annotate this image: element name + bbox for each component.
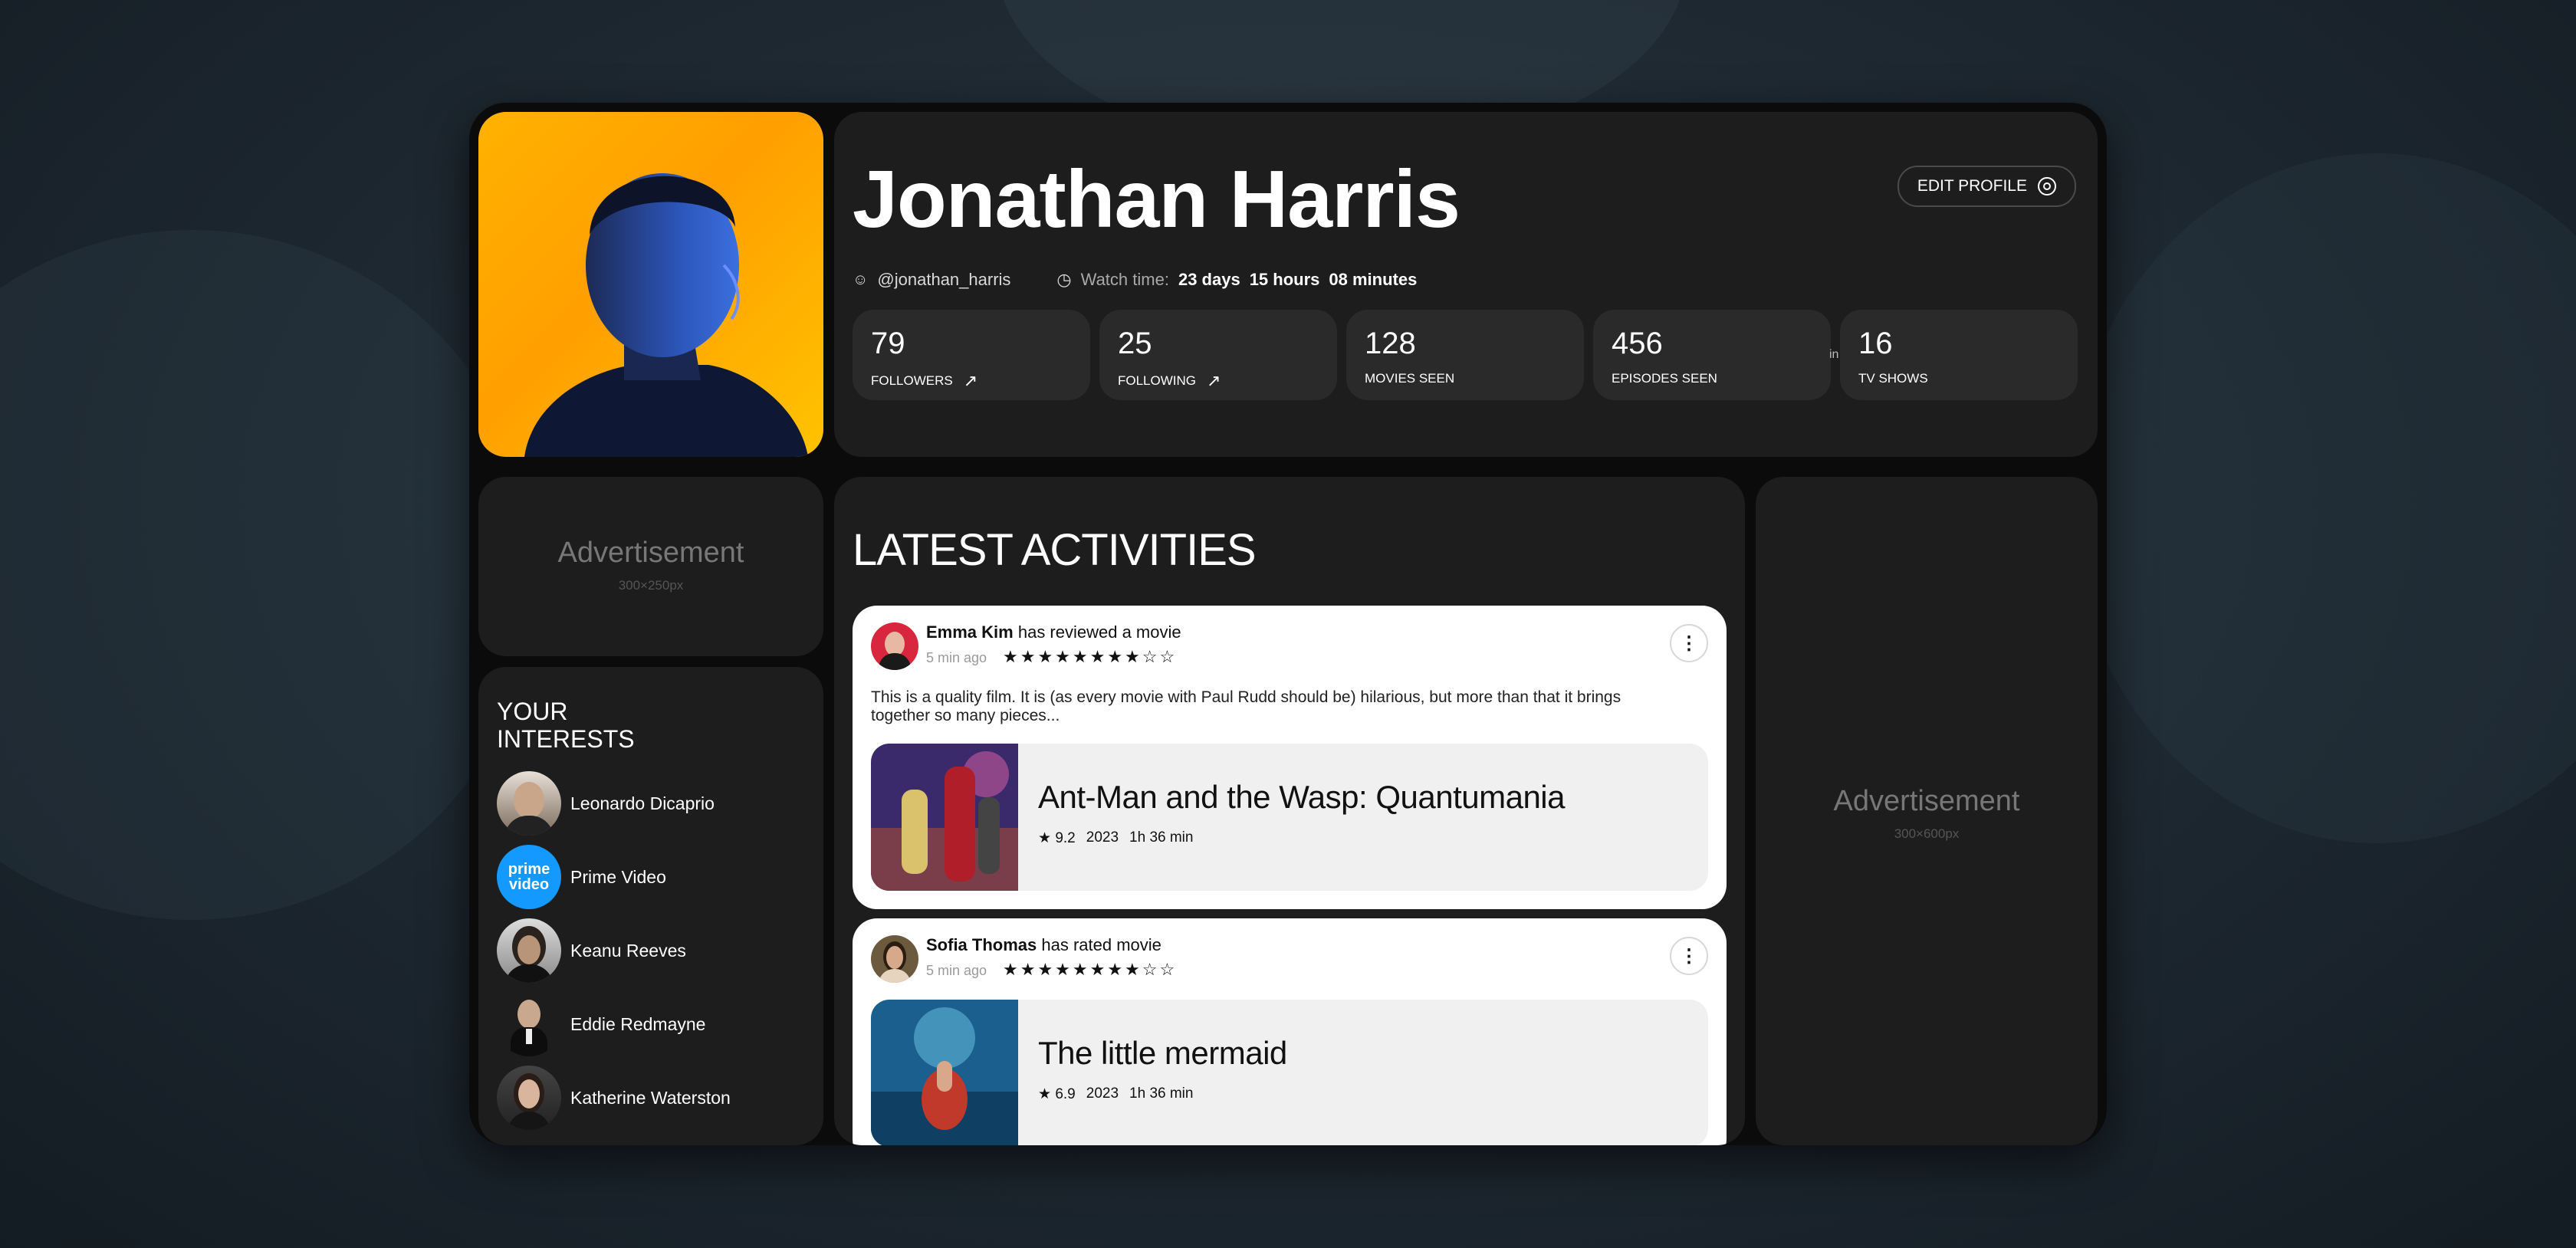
stat-label: TV SHOWS xyxy=(1858,371,1928,386)
activity-time: 5 min ago xyxy=(926,963,987,978)
ad-size: 300×250px xyxy=(618,578,684,593)
prime-video-logo: prime video xyxy=(497,845,561,909)
movie-meta: ★ 9.2 2023 1h 36 min xyxy=(1038,829,1193,847)
star-icon: ★ xyxy=(1038,1086,1052,1102)
stat-value: 456 xyxy=(1612,327,1663,360)
movie-year: 2023 xyxy=(1086,1085,1119,1102)
profile-name: Jonathan Harris xyxy=(853,154,1460,245)
interest-avatar xyxy=(497,1066,561,1130)
profile-frame: Jonathan Harris EDIT PROFILE ☺ @jonathan… xyxy=(469,103,2107,1145)
arrow-up-right-icon: ↗ xyxy=(963,371,978,390)
arrow-up-right-icon: ↗ xyxy=(1207,371,1221,390)
more-options-button[interactable]: ⋮ xyxy=(1670,937,1708,975)
movie-card[interactable]: The little mermaid ★ 6.9 2023 1h 36 min xyxy=(871,1000,1708,1145)
user-icon: ☺ xyxy=(853,271,869,288)
more-vertical-icon: ⋮ xyxy=(1680,945,1698,967)
ad-title: Advertisement xyxy=(557,537,744,569)
activity-card[interactable]: Emma Kim has reviewed a movie 5 min ago … xyxy=(853,606,1727,909)
interest-item[interactable]: Keanu Reeves xyxy=(497,918,731,983)
interest-item[interactable]: Eddie Redmayne xyxy=(497,992,731,1056)
edit-profile-button[interactable]: EDIT PROFILE xyxy=(1897,166,2076,207)
stat-label: MOVIES SEEN xyxy=(1365,371,1455,386)
interest-item[interactable]: prime video Prime Video xyxy=(497,845,731,909)
interest-name: Eddie Redmayne xyxy=(570,1013,706,1034)
background-shape xyxy=(2070,153,2576,843)
stat-episodes-seen: 456 EPISODES SEEN xyxy=(1593,310,1831,400)
interest-name: Leonardo Dicaprio xyxy=(570,793,715,813)
stat-value: 25 xyxy=(1118,327,1152,360)
activity-headline: Emma Kim has reviewed a movie xyxy=(926,622,1181,642)
movie-poster xyxy=(871,744,1018,891)
profile-avatar xyxy=(478,112,823,457)
watch-time-minutes: 08 minutes xyxy=(1329,270,1418,289)
activity-time: 5 min ago xyxy=(926,650,987,665)
activity-user[interactable]: Sofia Thomas xyxy=(926,935,1037,954)
stats-separator: in xyxy=(1829,348,1839,361)
activity-card[interactable]: Sofia Thomas has rated movie 5 min ago ★… xyxy=(853,918,1727,1145)
movie-rating: 6.9 xyxy=(1055,1086,1076,1102)
more-vertical-icon: ⋮ xyxy=(1680,632,1698,654)
movie-duration: 1h 36 min xyxy=(1129,1085,1194,1102)
watch-time-days: 23 days xyxy=(1178,270,1240,289)
stat-followers[interactable]: 79 FOLLOWERS ↗ xyxy=(853,310,1090,400)
edit-profile-label: EDIT PROFILE xyxy=(1917,177,2027,195)
stat-label: FOLLOWING xyxy=(1118,373,1197,388)
stat-value: 79 xyxy=(871,327,905,360)
profile-meta: ☺ @jonathan_harris ◷ Watch time: 23 days… xyxy=(853,270,1417,290)
clock-icon: ◷ xyxy=(1056,270,1072,289)
activity-user[interactable]: Emma Kim xyxy=(926,622,1014,642)
stat-movies-seen: 128 MOVIES SEEN xyxy=(1346,310,1584,400)
activity-headline: Sofia Thomas has rated movie xyxy=(926,935,1162,955)
stat-following[interactable]: 25 FOLLOWING ↗ xyxy=(1099,310,1337,400)
interest-item[interactable]: Katherine Waterston xyxy=(497,1066,731,1130)
stat-label: FOLLOWERS xyxy=(871,373,953,388)
movie-rating: 9.2 xyxy=(1055,830,1076,846)
logo-text: prime video xyxy=(508,861,550,893)
movie-year: 2023 xyxy=(1086,829,1119,846)
stat-value: 128 xyxy=(1365,327,1416,360)
profile-header: Jonathan Harris EDIT PROFILE ☺ @jonathan… xyxy=(834,112,2098,457)
user-avatar xyxy=(871,622,918,670)
stats-row: 79 FOLLOWERS ↗ 25 FOLLOWING ↗ 128 MOVIES S… xyxy=(853,310,2078,400)
interests-panel: YOUR INTERESTS Leonardo Dicaprio prime v… xyxy=(478,667,823,1145)
interest-name: Keanu Reeves xyxy=(570,940,686,961)
settings-icon xyxy=(2038,177,2056,195)
activity-action: has rated movie xyxy=(1041,935,1162,954)
rating-stars: ★★★★★★★★☆☆ xyxy=(1003,960,1178,979)
movie-meta: ★ 6.9 2023 1h 36 min xyxy=(1038,1085,1193,1103)
activity-action: has reviewed a movie xyxy=(1017,622,1181,642)
interests-list: Leonardo Dicaprio prime video Prime Vide… xyxy=(497,771,731,1139)
movie-card[interactable]: Ant-Man and the Wasp: Quantumania ★ 9.2 … xyxy=(871,744,1708,891)
watch-time-hours: 15 hours xyxy=(1249,270,1320,289)
profile-handle: @jonathan_harris xyxy=(877,270,1011,289)
latest-activities-panel: LATEST ACTIVITIES Emma Kim has reviewed … xyxy=(834,477,1745,1145)
user-avatar xyxy=(871,935,918,983)
ad-size: 300×600px xyxy=(1894,826,1960,841)
watch-time-label: Watch time: xyxy=(1080,270,1169,289)
interests-title: YOUR INTERESTS xyxy=(497,698,635,753)
activities-title: LATEST ACTIVITIES xyxy=(853,525,1257,575)
stat-label: EPISODES SEEN xyxy=(1612,371,1717,386)
stat-value: 16 xyxy=(1858,327,1893,360)
more-options-button[interactable]: ⋮ xyxy=(1670,624,1708,662)
movie-title: Ant-Man and the Wasp: Quantumania xyxy=(1038,779,1566,815)
stat-tv-shows: 16 TV SHOWS xyxy=(1840,310,2078,400)
movie-title: The little mermaid xyxy=(1038,1035,1287,1071)
ad-title: Advertisement xyxy=(1833,785,2020,817)
interest-avatar xyxy=(497,992,561,1056)
profile-photo xyxy=(524,173,808,457)
advertisement-small[interactable]: Advertisement 300×250px xyxy=(478,477,823,656)
interest-avatar xyxy=(497,918,561,983)
star-icon: ★ xyxy=(1038,830,1052,846)
rating-stars: ★★★★★★★★☆☆ xyxy=(1003,647,1178,666)
interest-avatar xyxy=(497,771,561,836)
movie-duration: 1h 36 min xyxy=(1129,829,1194,846)
review-text: This is a quality film. It is (as every … xyxy=(871,688,1622,724)
movie-poster xyxy=(871,1000,1018,1145)
interest-item[interactable]: Leonardo Dicaprio xyxy=(497,771,731,836)
interest-name: Prime Video xyxy=(570,866,666,887)
advertisement-large[interactable]: Advertisement 300×600px xyxy=(1756,477,2098,1145)
background-shape xyxy=(0,230,537,920)
interest-name: Katherine Waterston xyxy=(570,1087,731,1108)
